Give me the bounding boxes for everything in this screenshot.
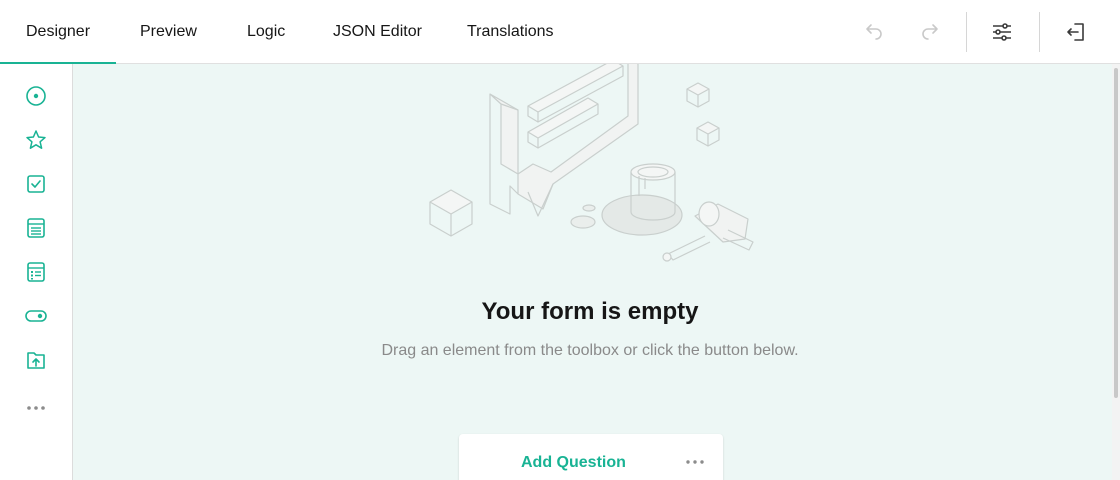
- tab-logic[interactable]: Logic: [247, 0, 285, 63]
- boolean-toggle-icon: [25, 310, 47, 322]
- tab-designer[interactable]: Designer: [0, 0, 116, 64]
- radio-icon: [26, 86, 46, 106]
- rating-star-icon: [26, 130, 46, 149]
- settings-button[interactable]: [986, 14, 1018, 50]
- empty-form-illustration: [429, 64, 754, 262]
- scrollbar-thumb[interactable]: [1114, 68, 1118, 398]
- tab-translations[interactable]: Translations: [467, 0, 554, 63]
- settings-icon: [993, 23, 1011, 41]
- question-type-menu-button[interactable]: [681, 452, 709, 472]
- more-icon: [686, 460, 704, 464]
- toolbox-item-file[interactable]: [22, 346, 50, 374]
- toolbox: [0, 64, 73, 480]
- toolbar-divider: [1039, 12, 1040, 52]
- exit-icon: [1067, 23, 1084, 41]
- toolbox-item-radiogroup[interactable]: [22, 82, 50, 110]
- empty-form-title: Your form is empty: [481, 298, 699, 325]
- design-surface: Your form is empty Drag an element from …: [73, 64, 1112, 480]
- toolbox-item-checkbox[interactable]: [22, 170, 50, 198]
- dropdown-icon: [27, 218, 45, 238]
- toolbar-divider: [966, 12, 967, 52]
- undo-button[interactable]: [858, 14, 890, 50]
- more-icon: [27, 406, 45, 410]
- matrix-icon: [27, 262, 45, 282]
- redo-icon: [922, 24, 938, 40]
- tab-preview[interactable]: Preview: [140, 0, 197, 63]
- vertical-scrollbar[interactable]: [1112, 64, 1120, 480]
- file-upload-icon: [27, 352, 45, 369]
- exit-button[interactable]: [1060, 14, 1092, 50]
- toolbox-item-boolean[interactable]: [22, 302, 50, 330]
- toolbox-item-matrix[interactable]: [22, 258, 50, 286]
- checkbox-icon: [27, 175, 45, 193]
- tab-json-editor[interactable]: JSON Editor: [333, 0, 422, 63]
- add-question-button[interactable]: Add Question: [521, 454, 661, 472]
- toolbox-item-rating[interactable]: [22, 126, 50, 154]
- empty-form-subtitle: Drag an element from the toolbox or clic…: [381, 342, 799, 359]
- redo-button[interactable]: [914, 14, 946, 50]
- undo-icon: [866, 24, 882, 40]
- toolbox-more-button[interactable]: [22, 394, 50, 422]
- add-question-card: Add Question: [459, 434, 723, 480]
- toolbox-item-dropdown[interactable]: [22, 214, 50, 242]
- top-toolbar: Designer Preview Logic JSON Editor Trans…: [0, 0, 1120, 64]
